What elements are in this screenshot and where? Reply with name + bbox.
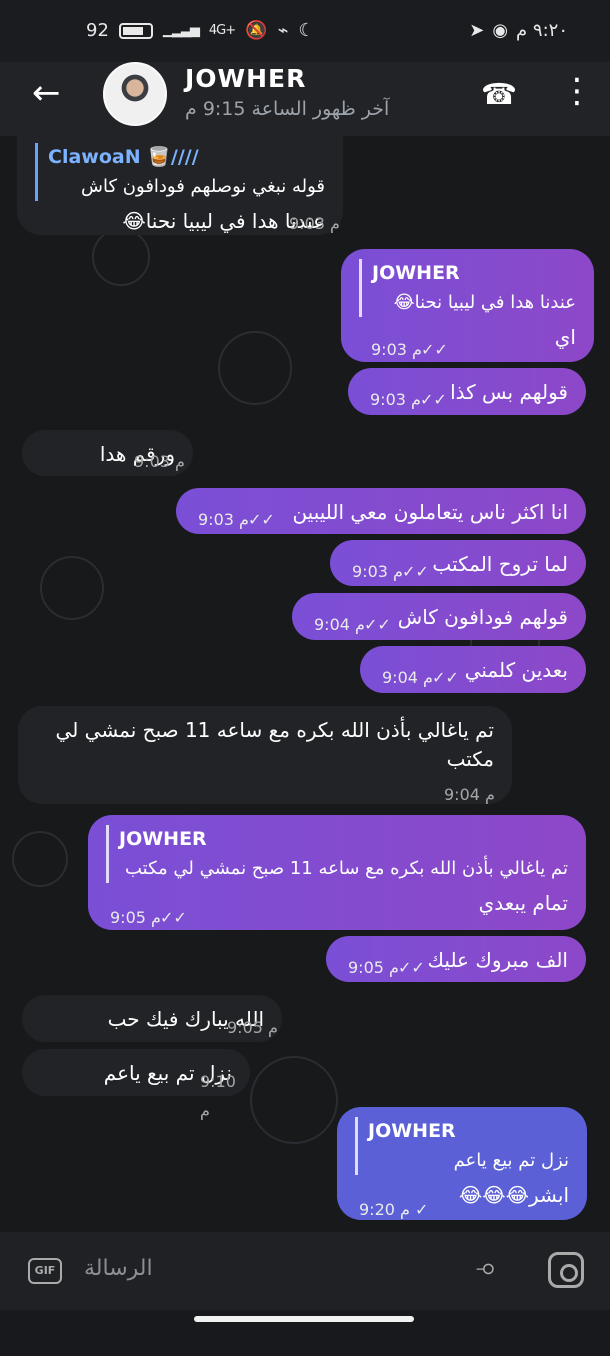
double-check-icon: ✓✓ [402, 562, 429, 581]
reply-text: عندنا هدا في ليبيا نحنا😂 [393, 292, 576, 313]
single-check-icon: ✓ [415, 1200, 429, 1219]
reply-text: قوله نبغي نوصلهم فودافون كاش [81, 176, 325, 197]
double-check-icon: ✓✓ [432, 668, 459, 687]
reply-text: تم ياغالي بأذن الله بكره مع ساعه 11 صبح … [124, 858, 568, 879]
message-text: تم ياغالي بأذن الله بكره مع ساعه 11 صبح … [55, 718, 494, 771]
message-bubble-incoming[interactable]: الله يبارك فيك حب 9:05 م [22, 995, 282, 1042]
double-check-icon: ✓✓ [364, 615, 391, 634]
double-check-icon: ✓✓ [420, 390, 447, 409]
telegram-chat-screen: 92 ▁▂▃▅ 4G+ 🔕 ⌁ ☾ ➤ ◉ ٩:٢٠ م ← JOWHER آخ… [0, 0, 610, 1356]
last-seen-status: آخر ظهور الساعة 9:15 م [185, 98, 390, 120]
network-type: 4G+ [208, 23, 236, 38]
avatar[interactable] [103, 62, 167, 126]
message-time: 9:04 م [444, 785, 495, 804]
double-check-icon: ✓✓ [248, 510, 275, 529]
status-time: ٩:٢٠ م [516, 20, 568, 41]
message-bubble-incoming[interactable]: ورقم هدا 9:03 م [22, 430, 193, 476]
status-bar: 92 ▁▂▃▅ 4G+ 🔕 ⌁ ☾ ➤ ◉ ٩:٢٠ م [0, 0, 610, 62]
message-bubble-outgoing[interactable]: JOWHER عندنا هدا في ليبيا نحنا😂 اي 9:03 … [341, 249, 594, 362]
more-vertical-icon[interactable]: ⋮ [560, 74, 594, 108]
back-arrow-icon[interactable]: ← [32, 76, 61, 110]
message-time: 9:03 م [134, 452, 185, 471]
reply-author: JOWHER [372, 262, 460, 284]
chat-title[interactable]: JOWHER [185, 64, 306, 93]
message-time: 9:04 م [314, 615, 365, 634]
message-bubble-outgoing[interactable]: JOWHER نزل تم بيع ياعم ابشر😂😂😂 9:20 م ✓ [337, 1107, 587, 1220]
message-time: 9:03 م [289, 214, 340, 233]
message-bubble-incoming[interactable]: نزل تم بيع ياعم 9:10 م [22, 1049, 250, 1120]
message-time: 9:04 م [382, 668, 433, 687]
message-bubble-outgoing[interactable]: انا اكثر ناس يتعاملون معي الليبين 9:03 م… [176, 488, 586, 534]
message-time: 9:20 م [359, 1200, 410, 1219]
double-check-icon: ✓✓ [421, 340, 448, 359]
message-bubble-outgoing[interactable]: قولهم بس كذا 9:03 م ✓✓ [348, 368, 586, 415]
reply-author: ClawoaN 🥃//// [48, 146, 199, 168]
message-text: عندنا هدا في ليبيا نحنا😂 [122, 209, 325, 233]
reply-preview[interactable]: JOWHER تم ياغالي بأذن الله بكره مع ساعه … [106, 825, 568, 883]
bluetooth-icon: ⌁ [277, 20, 289, 41]
message-time: 9:10 م [200, 1072, 236, 1120]
battery-level: 92 [86, 20, 109, 41]
message-bubble-outgoing[interactable]: بعدين كلمني 9:04 م ✓✓ [360, 646, 586, 693]
reply-author: JOWHER [368, 1120, 456, 1142]
message-bubble-outgoing[interactable]: الف مبروك عليك 9:05 م ✓✓ [326, 936, 586, 982]
message-bubble-outgoing[interactable]: قولهم فودافون كاش 9:04 م ✓✓ [292, 593, 586, 640]
message-bubble-outgoing[interactable]: JOWHER تم ياغالي بأذن الله بكره مع ساعه … [88, 815, 586, 930]
message-composer: GIF الرسالة ⌕ [0, 1232, 610, 1310]
double-check-icon: ✓✓ [398, 958, 425, 977]
whatsapp-icon: ◉ [492, 20, 509, 41]
reply-preview[interactable]: JOWHER نزل تم بيع ياعم [355, 1117, 569, 1175]
chat-header: ← JOWHER آخر ظهور الساعة 9:15 م ☎ ⋮ [0, 62, 610, 136]
gesture-bar[interactable] [194, 1316, 414, 1322]
paperclip-icon[interactable]: ⌕ [469, 1249, 508, 1287]
message-time: 9:05 م [110, 908, 161, 927]
gif-button[interactable]: GIF [28, 1258, 62, 1284]
status-left-group: 92 ▁▂▃▅ 4G+ 🔕 ⌁ ☾ [86, 20, 315, 41]
message-time: 9:03 م [371, 340, 422, 359]
message-bubble-outgoing[interactable]: لما تروح المكتب 9:03 م ✓✓ [330, 540, 586, 586]
message-input[interactable]: الرسالة [84, 1256, 153, 1281]
message-bubble-incoming[interactable]: ClawoaN 🥃//// قوله نبغي نوصلهم فودافون ك… [17, 133, 343, 235]
reply-preview[interactable]: JOWHER عندنا هدا في ليبيا نحنا😂 [359, 259, 576, 317]
battery-icon [118, 22, 153, 39]
send-icon: ➤ [469, 20, 485, 41]
message-time: 9:03 م [352, 562, 403, 581]
message-bubble-incoming[interactable]: تم ياغالي بأذن الله بكره مع ساعه 11 صبح … [18, 706, 512, 804]
moon-icon: ☾ [298, 20, 315, 41]
status-right-group: ➤ ◉ ٩:٢٠ م [469, 20, 568, 41]
message-time: 9:05 م [348, 958, 399, 977]
message-time: 9:03 م [198, 510, 249, 529]
camera-icon[interactable] [548, 1252, 584, 1288]
double-check-icon: ✓✓ [160, 908, 187, 927]
phone-icon[interactable]: ☎ [481, 77, 517, 111]
message-time: 9:03 م [370, 390, 421, 409]
reply-preview[interactable]: ClawoaN 🥃//// قوله نبغي نوصلهم فودافون ك… [35, 143, 325, 201]
signal-icon: ▁▂▃▅ [162, 23, 200, 38]
mute-icon: 🔕 [245, 20, 268, 41]
reply-text: نزل تم بيع ياعم [453, 1150, 569, 1171]
message-time: 9:05 م [227, 1018, 278, 1037]
reply-author: JOWHER [119, 828, 207, 850]
